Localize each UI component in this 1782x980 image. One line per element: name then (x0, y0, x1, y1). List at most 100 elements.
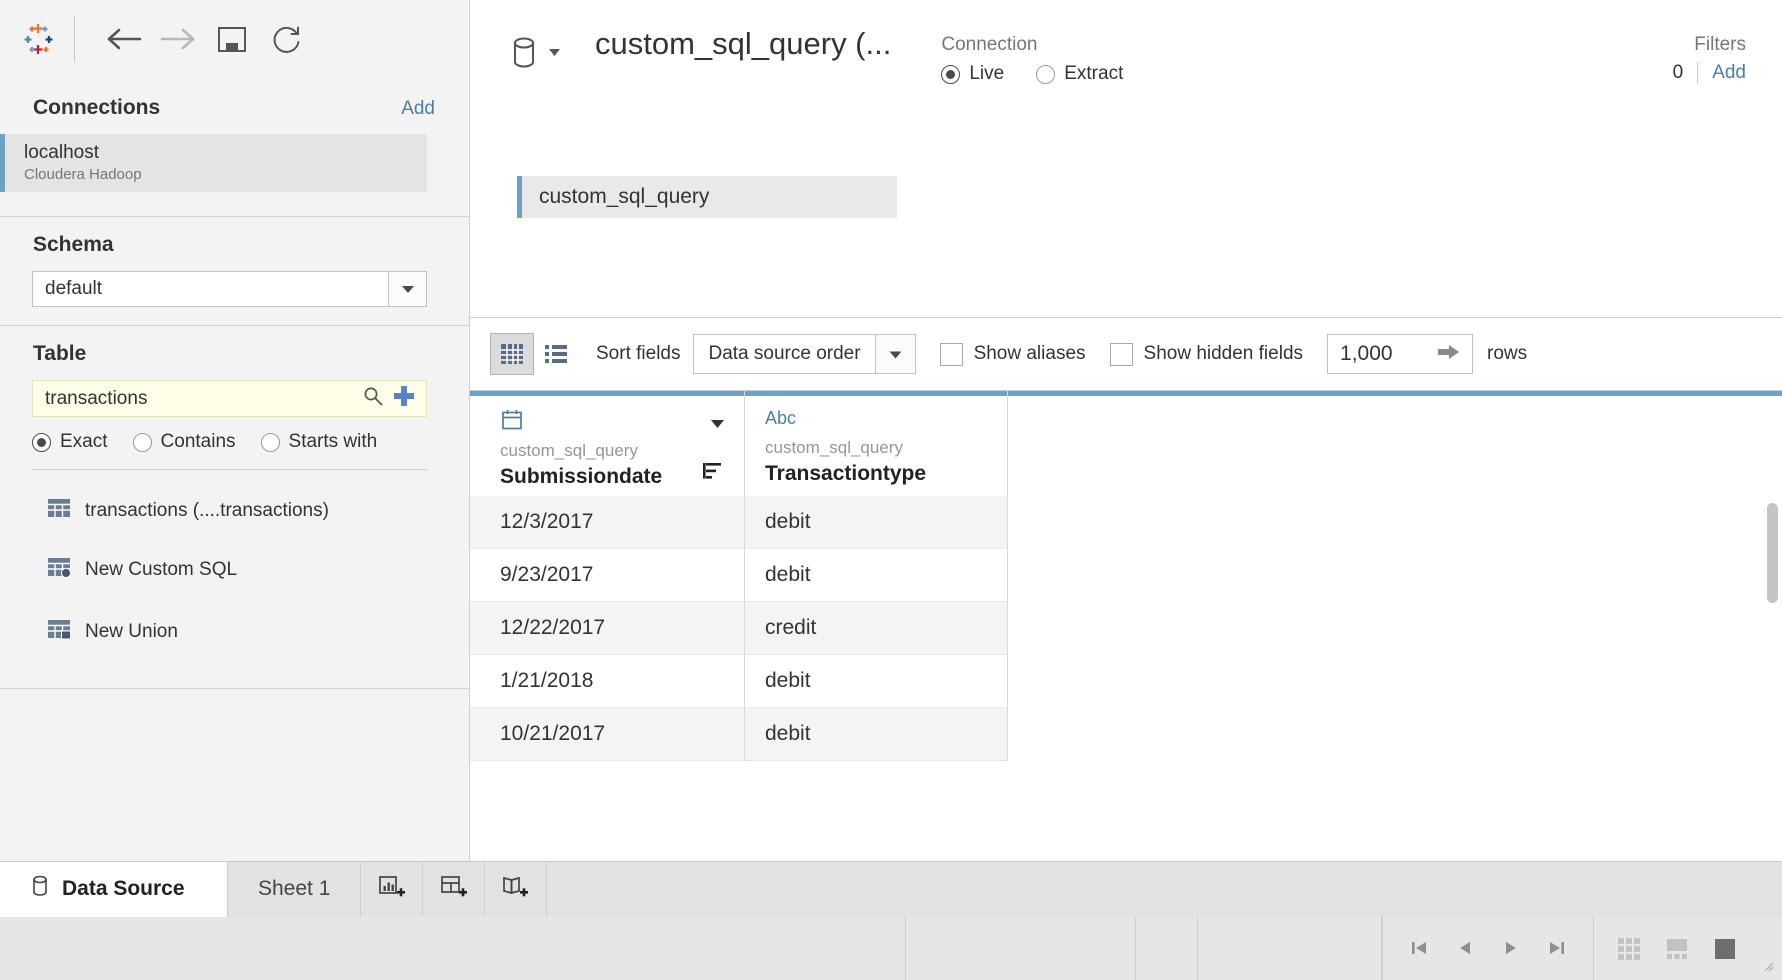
column-source: custom_sql_query (500, 441, 638, 460)
plus-icon[interactable] (392, 384, 416, 413)
new-worksheet-icon[interactable] (361, 862, 424, 917)
arrow-right-filled-icon[interactable] (1438, 344, 1460, 365)
filters-divider (1697, 62, 1699, 84)
show-aliases-label: Show aliases (973, 343, 1086, 364)
caret-down-icon[interactable] (875, 334, 916, 374)
radio-dot (1036, 64, 1056, 84)
left-sidebar: Connections Add localhost Cloudera Hadoo… (0, 0, 470, 862)
match-mode-label: Starts with (288, 431, 378, 452)
grid-column-submissiondate: custom_sql_query Submissiondate 12/3/201… (470, 391, 745, 761)
connection-group: Connection Live Extract (941, 34, 1123, 85)
radio-dot (132, 432, 152, 452)
first-page-icon[interactable] (1409, 938, 1429, 958)
rows-limit-input[interactable] (1340, 342, 1421, 366)
canvas-table-chip[interactable]: custom_sql_query (517, 176, 897, 218)
radio-dot (260, 432, 280, 452)
view-cards-icon[interactable] (1664, 935, 1690, 961)
grid-cell: 12/22/2017 (470, 602, 744, 655)
grid-view-icon[interactable] (490, 333, 534, 375)
add-connection-link[interactable]: Add (401, 98, 435, 120)
refresh-icon[interactable] (259, 12, 313, 66)
show-hidden-fields-label: Show hidden fields (1143, 343, 1304, 364)
tab-label: Sheet 1 (258, 877, 331, 901)
status-segment-mid2 (1136, 916, 1198, 980)
status-segment-mid3 (1198, 916, 1382, 980)
table-title: Table (33, 342, 87, 365)
match-mode-exact[interactable]: Exact (32, 431, 108, 453)
match-mode-label: Contains (160, 431, 236, 452)
grid-cell: debit (745, 496, 1007, 549)
connection-option-label: Extract (1064, 63, 1124, 84)
match-mode-starts-with[interactable]: Starts with (260, 431, 378, 453)
match-mode-contains[interactable]: Contains (132, 431, 236, 453)
match-mode-label: Exact (60, 431, 108, 452)
save-icon[interactable] (205, 12, 259, 66)
database-icon[interactable] (470, 34, 561, 72)
caret-down-icon[interactable] (548, 44, 561, 62)
connection-name: localhost (24, 141, 99, 163)
connection-option-live[interactable]: Live (941, 63, 1004, 85)
rows-limit-box[interactable] (1327, 334, 1474, 374)
column-header[interactable]: Abc custom_sql_query Transactiontype (745, 391, 1007, 496)
filters-label: Filters (1694, 34, 1746, 55)
new-story-icon[interactable] (485, 862, 548, 917)
table-list-item-new-custom-sql[interactable]: New Custom SQL (0, 536, 469, 604)
resize-grip[interactable] (1760, 958, 1776, 974)
add-filter-link[interactable]: Add (1712, 62, 1746, 84)
abc-icon: Abc (765, 408, 797, 428)
tableau-data-source-window: Connections Add localhost Cloudera Hadoo… (0, 0, 1782, 980)
connection-item-localhost[interactable]: localhost Cloudera Hadoop (0, 134, 427, 192)
grid-cell: 9/23/2017 (470, 549, 744, 602)
datasource-title[interactable]: custom_sql_query (... (595, 26, 891, 62)
table-list-item-transactions[interactable]: transactions (....transactions) (0, 486, 469, 536)
app-toolbar (0, 0, 469, 78)
new-dashboard-icon[interactable] (423, 862, 486, 917)
right-pane: custom_sql_query (... Connection Live Ex… (470, 0, 1782, 862)
schema-select[interactable]: default (32, 271, 389, 307)
view-grid-icon[interactable] (1616, 935, 1642, 961)
tableau-logo-icon (16, 16, 62, 62)
schema-section: Schema default (0, 217, 469, 325)
table-list: transactions (....transactions) New Cust… (0, 470, 469, 660)
filters-count: 0 (1672, 62, 1684, 83)
grid-empty-space (1008, 391, 1782, 761)
grid-cell: credit (745, 602, 1007, 655)
table-search-box[interactable] (32, 380, 427, 417)
grid-cell: debit (745, 708, 1007, 761)
column-header[interactable]: custom_sql_query Submissiondate (470, 391, 744, 496)
view-full-icon[interactable] (1712, 935, 1738, 961)
show-hidden-fields-checkbox[interactable]: Show hidden fields (1109, 342, 1304, 366)
pager-controls (1382, 916, 1594, 980)
last-page-icon[interactable] (1547, 938, 1567, 958)
grid-column-transactiontype: Abc custom_sql_query Transactiontype deb… (745, 391, 1008, 761)
checkbox-box (939, 342, 963, 366)
sort-fields-select[interactable]: Data source order (693, 334, 916, 374)
table-list-item-new-union[interactable]: New Union (0, 604, 469, 660)
show-aliases-checkbox[interactable]: Show aliases (939, 342, 1086, 366)
chevron-down-icon[interactable] (389, 271, 427, 307)
sort-fields-value[interactable]: Data source order (693, 334, 876, 374)
grid-vertical-scrollbar[interactable] (1767, 503, 1778, 603)
tab-label: Data Source (62, 877, 185, 901)
toolbar-divider (74, 16, 75, 62)
status-segment-mid (906, 916, 1136, 980)
data-grid: custom_sql_query Submissiondate 12/3/201… (470, 391, 1782, 862)
tab-data-source[interactable]: Data Source (0, 862, 228, 917)
status-segment-left (0, 916, 906, 980)
bottom-tab-bar: Data Source Sheet 1 (0, 861, 1782, 917)
next-page-icon[interactable] (1501, 938, 1521, 958)
column-menu-caret-down-icon[interactable] (709, 416, 726, 434)
connection-option-extract[interactable]: Extract (1036, 63, 1123, 85)
forward-button[interactable] (151, 12, 205, 66)
table-search-input[interactable] (45, 387, 354, 410)
search-icon[interactable] (362, 385, 384, 412)
connection-option-label: Live (969, 63, 1005, 84)
tab-sheet-1[interactable]: Sheet 1 (228, 862, 362, 917)
column-sort-icon[interactable] (702, 461, 724, 486)
list-view-icon[interactable] (534, 333, 578, 375)
prev-page-icon[interactable] (1455, 938, 1475, 958)
back-button[interactable] (97, 12, 151, 66)
view-mode-controls (1594, 917, 1760, 980)
datasource-canvas-header: custom_sql_query (... Connection Live Ex… (470, 0, 1782, 318)
main-split: Connections Add localhost Cloudera Hadoo… (0, 0, 1782, 862)
